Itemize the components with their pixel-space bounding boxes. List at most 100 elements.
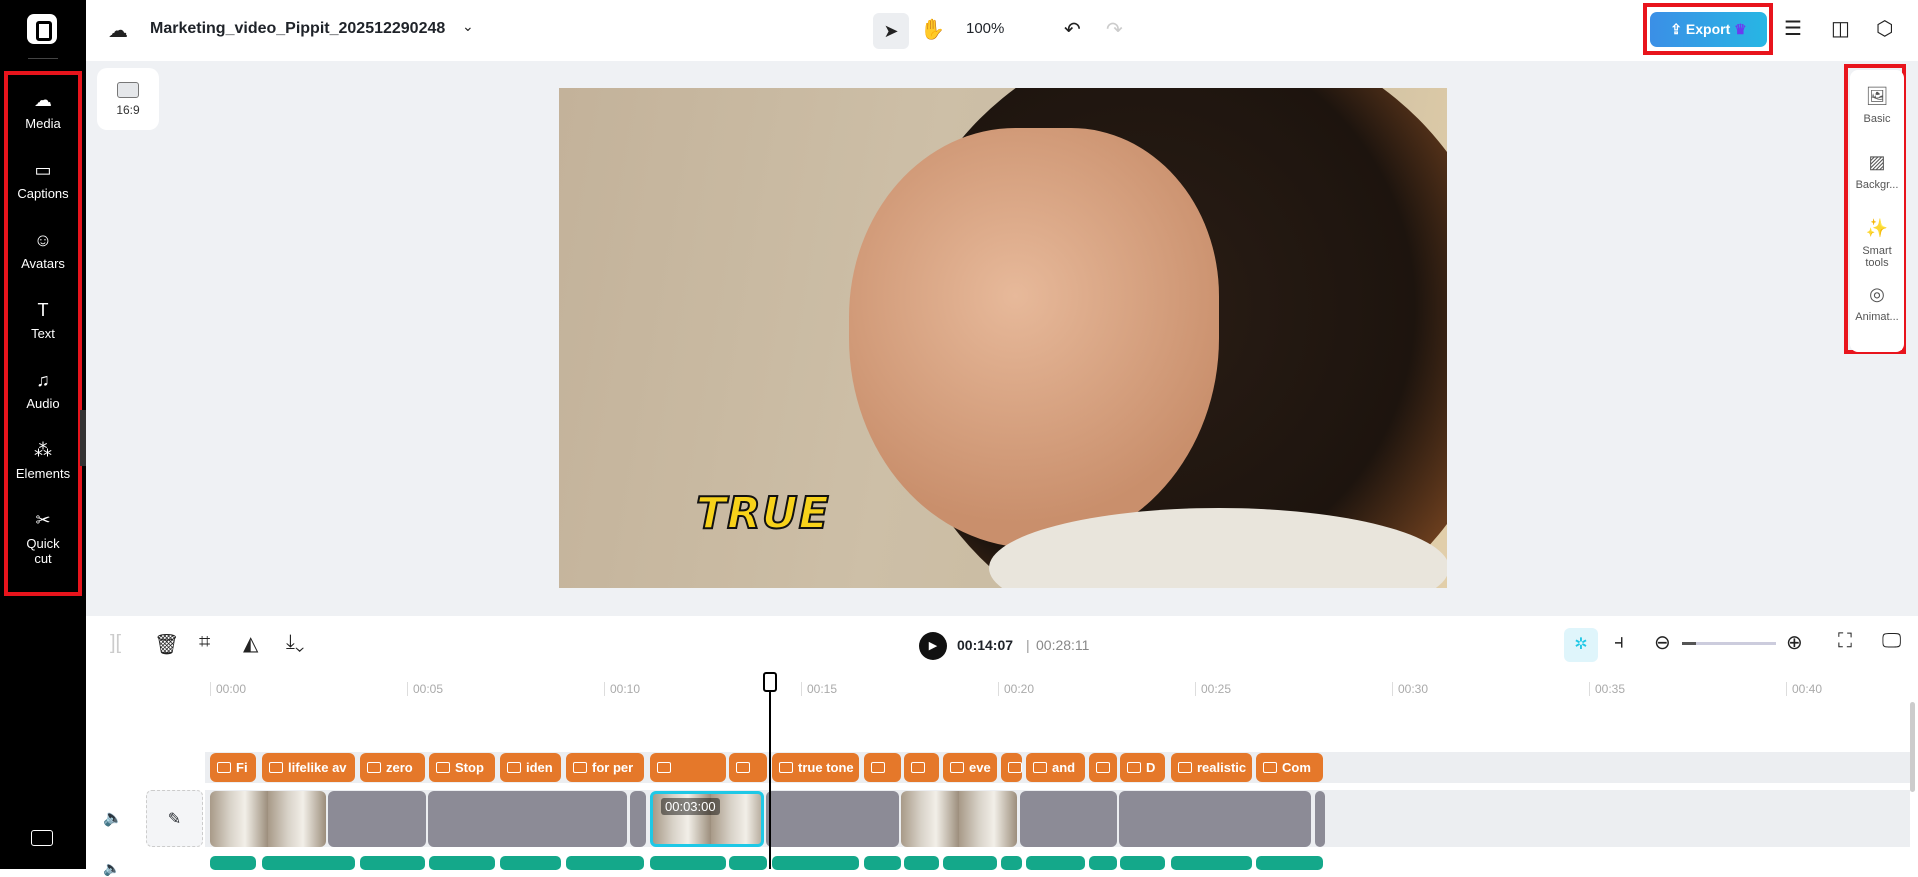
- caption-clip[interactable]: [904, 753, 939, 782]
- caption-clip[interactable]: realistic: [1171, 753, 1252, 782]
- redo-icon[interactable]: ↷: [1106, 17, 1123, 42]
- ruler-tick: 00:15: [801, 682, 837, 696]
- sidebar-item-quick-cut[interactable]: ✂ Quick cut: [0, 510, 86, 566]
- video-clip[interactable]: 00:03:00: [650, 791, 764, 847]
- ruler-tick: 00:25: [1195, 682, 1231, 696]
- video-clip[interactable]: [1119, 791, 1311, 847]
- audio-clip[interactable]: [904, 856, 939, 870]
- zoom-out-icon[interactable]: ⊖: [1654, 630, 1671, 655]
- video-preview[interactable]: [559, 88, 1447, 588]
- zoom-level[interactable]: 100%: [966, 20, 1004, 37]
- audio-clip[interactable]: [500, 856, 561, 870]
- caption-clip[interactable]: for per: [566, 753, 644, 782]
- audio-clip[interactable]: [772, 856, 859, 870]
- audio-clip[interactable]: [650, 856, 726, 870]
- delete-icon[interactable]: 🗑: [154, 632, 179, 657]
- caption-clip[interactable]: [729, 753, 767, 782]
- split-icon[interactable]: ][: [110, 632, 121, 655]
- caption-clip[interactable]: D: [1120, 753, 1165, 782]
- crop-icon[interactable]: ⌗: [199, 631, 210, 654]
- edit-cover-button[interactable]: ✎: [146, 790, 203, 847]
- chevron-down-icon[interactable]: ⌄: [462, 18, 474, 35]
- sidebar-item-text[interactable]: T Text: [0, 300, 86, 341]
- audio-clip[interactable]: [729, 856, 767, 870]
- audio-clip[interactable]: [1026, 856, 1085, 870]
- monitor-icon[interactable]: 🖵: [1882, 630, 1901, 653]
- settings-icon[interactable]: ⬡: [1876, 16, 1893, 41]
- video-clip[interactable]: [428, 791, 627, 847]
- caption-clip[interactable]: [1089, 753, 1117, 782]
- panel-item-2[interactable]: ✨ Smart tools: [1850, 218, 1904, 269]
- audio-clip[interactable]: [429, 856, 495, 870]
- sidebar-item-audio[interactable]: ♫ Audio: [0, 370, 86, 411]
- audio-clip[interactable]: [1001, 856, 1022, 870]
- audio-clip[interactable]: [566, 856, 644, 870]
- sidebar-item-elements[interactable]: ⁂ Elements: [0, 440, 86, 481]
- scrollbar[interactable]: [1910, 702, 1915, 792]
- caption-clip[interactable]: lifelike av: [262, 753, 355, 782]
- snap-icon[interactable]: ✲: [1564, 628, 1598, 662]
- caption-clip[interactable]: eve: [943, 753, 997, 782]
- caption-clip[interactable]: Stop: [429, 753, 495, 782]
- caption-clip[interactable]: and: [1026, 753, 1085, 782]
- panel-item-0[interactable]: 🖼 Basic: [1850, 86, 1904, 125]
- caption-clip[interactable]: [1001, 753, 1022, 782]
- sidebar-item-label: Audio: [26, 396, 60, 411]
- panel-item-3[interactable]: ◎ Animat...: [1850, 284, 1904, 323]
- caption-clip[interactable]: [864, 753, 901, 782]
- flip-icon[interactable]: ◭: [243, 631, 258, 656]
- project-title[interactable]: Marketing_video_Pippit_202512290248: [150, 20, 445, 38]
- caption-clip[interactable]: true tone: [772, 753, 859, 782]
- audio-clip[interactable]: [1089, 856, 1117, 870]
- audio-clip[interactable]: [360, 856, 425, 870]
- split-view-icon[interactable]: ⫞: [1614, 631, 1624, 654]
- video-clip[interactable]: [766, 791, 899, 847]
- play-button[interactable]: ▶: [919, 632, 947, 660]
- video-clip[interactable]: [1315, 791, 1325, 847]
- playhead[interactable]: [763, 672, 777, 869]
- sidebar-item-captions[interactable]: ▭ Captions: [0, 160, 86, 201]
- audio-clip[interactable]: [262, 856, 355, 870]
- left-sidebar: ☁ Media ▭ Captions ☺ Avatars T Text ♫ Audio ⁂ Eleme…: [0, 0, 92, 869]
- zoom-in-icon[interactable]: ⊕: [1786, 630, 1803, 655]
- select-tool-icon[interactable]: ➤: [873, 13, 909, 49]
- export-button[interactable]: ⇪ Export ♛: [1650, 12, 1767, 47]
- audio-clip[interactable]: [210, 856, 256, 870]
- layers-icon[interactable]: ☰: [1784, 16, 1802, 41]
- aspect-ratio-button[interactable]: 16:9: [97, 68, 159, 130]
- sidebar-item-label: Captions: [17, 186, 69, 201]
- panel-layout-icon[interactable]: ◫: [1831, 16, 1850, 41]
- sidebar-item-avatars[interactable]: ☺ Avatars: [0, 230, 86, 271]
- caption-clip[interactable]: Com: [1256, 753, 1323, 782]
- timeline-ruler[interactable]: 00:00 00:05 00:10 00:15 00:20 00:25 00:30 00:35…: [86, 670, 1918, 700]
- video-clip[interactable]: [1020, 791, 1117, 847]
- caption-clip[interactable]: iden: [500, 753, 561, 782]
- video-clip[interactable]: [901, 791, 1017, 847]
- crown-icon: ♛: [1730, 21, 1747, 37]
- video-clip[interactable]: [210, 791, 326, 847]
- timeline-toolbar: ][ 🗑 ⌗ ◭ ⤓⌄ ▶ 00:14:07 | 00:28:11 ✲ ⫞ ⊖ …: [86, 616, 1918, 670]
- keyboard-icon[interactable]: [31, 830, 53, 846]
- app-logo[interactable]: [27, 14, 57, 44]
- audio-clip[interactable]: [1120, 856, 1165, 870]
- caption-clip[interactable]: zero: [360, 753, 425, 782]
- caption-clip[interactable]: [650, 753, 726, 782]
- fullscreen-icon[interactable]: ⛶: [1838, 630, 1852, 653]
- top-bar: ☁ Marketing_video_Pippit_202512290248 ⌄ …: [86, 0, 1918, 61]
- download-icon[interactable]: ⤓⌄: [286, 631, 304, 654]
- audio-clip[interactable]: [943, 856, 997, 870]
- panel-item-1[interactable]: ▨ Backgr...: [1850, 152, 1904, 191]
- audio-clip[interactable]: [864, 856, 901, 870]
- undo-icon[interactable]: ↶: [1064, 17, 1081, 42]
- time-separator: |: [1026, 637, 1030, 653]
- caption-clip[interactable]: Fi: [210, 753, 256, 782]
- zoom-slider[interactable]: [1682, 642, 1776, 645]
- audio-clip[interactable]: [1256, 856, 1323, 870]
- preview-caption[interactable]: TRUE: [695, 487, 830, 540]
- video-clip[interactable]: [630, 791, 646, 847]
- video-clip[interactable]: [328, 791, 426, 847]
- hand-tool-icon[interactable]: ✋: [920, 17, 945, 42]
- audio-clip[interactable]: [1171, 856, 1252, 870]
- sidebar-item-media[interactable]: ☁ Media: [0, 90, 86, 131]
- volume-icon[interactable]: 🔈: [103, 808, 123, 828]
